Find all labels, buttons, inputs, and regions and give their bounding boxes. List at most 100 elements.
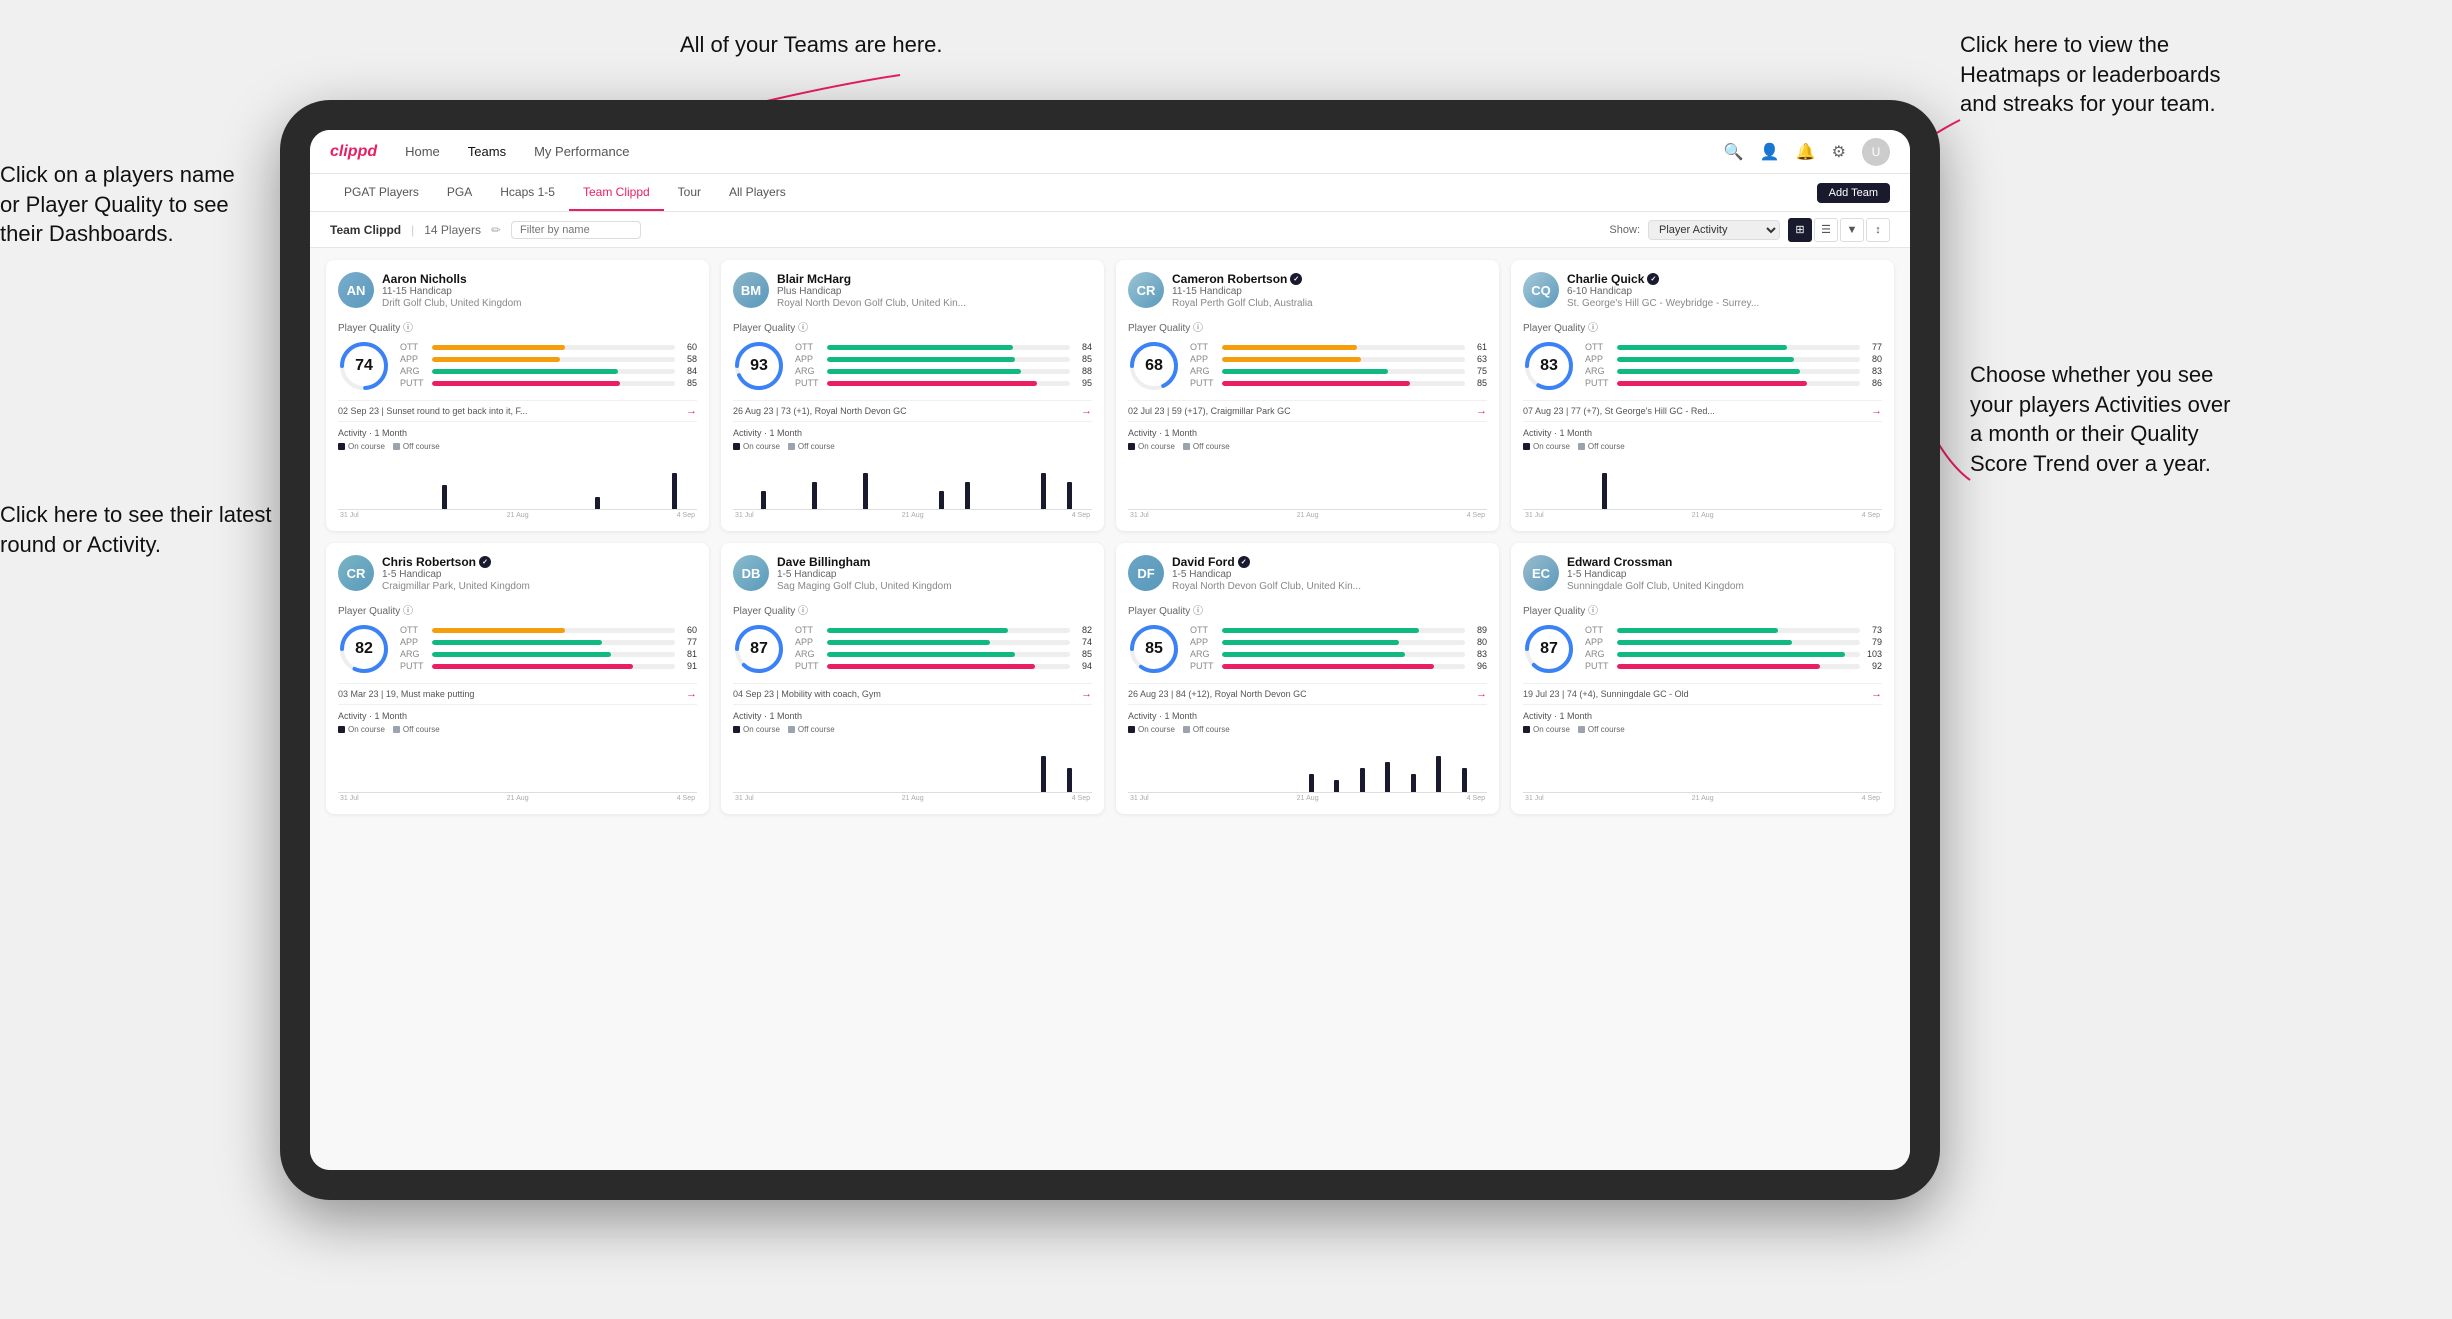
legend-off-course: Off course xyxy=(1578,442,1625,451)
stat-bar-fill xyxy=(432,345,565,350)
stat-row: APP 77 xyxy=(400,637,697,647)
settings-icon[interactable]: ⚙ xyxy=(1832,142,1846,162)
player-name[interactable]: David Ford ✓ xyxy=(1172,555,1487,569)
stat-value: 85 xyxy=(1074,649,1092,659)
chart-bar-group xyxy=(1067,482,1091,509)
chart-bar-on xyxy=(1602,473,1607,509)
chart-bar-group xyxy=(1334,780,1358,792)
legend-on-course: On course xyxy=(1523,442,1570,451)
avatar[interactable]: U xyxy=(1862,138,1890,166)
recent-round[interactable]: 26 Aug 23 | 84 (+12), Royal North Devon … xyxy=(1128,683,1487,705)
player-name[interactable]: Edward Crossman xyxy=(1567,555,1882,569)
activity-legend: On course Off course xyxy=(1523,725,1882,734)
stat-name: ARG xyxy=(795,366,823,376)
nav-teams[interactable]: Teams xyxy=(468,144,506,159)
stat-value: 74 xyxy=(1074,637,1092,647)
recent-round[interactable]: 07 Aug 23 | 77 (+7), St George's Hill GC… xyxy=(1523,400,1882,422)
chart-bar-on xyxy=(1067,482,1072,509)
legend-on-label: On course xyxy=(348,442,385,451)
recent-round[interactable]: 02 Sep 23 | Sunset round to get back int… xyxy=(338,400,697,422)
quality-circle[interactable]: 87 xyxy=(1523,623,1575,675)
quality-section: 83 OTT 77 APP 80 ARG xyxy=(1523,340,1882,392)
chart-label-start: 31 Jul xyxy=(1130,512,1149,519)
chart-label-end: 4 Sep xyxy=(1467,795,1485,802)
quality-circle[interactable]: 85 xyxy=(1128,623,1180,675)
stat-name: APP xyxy=(1190,354,1218,364)
brand-logo[interactable]: clippd xyxy=(330,143,377,161)
nav-performance[interactable]: My Performance xyxy=(534,144,629,159)
recent-round[interactable]: 03 Mar 23 | 19, Must make putting → xyxy=(338,683,697,705)
filter-btn[interactable]: ▼ xyxy=(1840,218,1864,242)
edit-icon[interactable]: ✏ xyxy=(491,223,501,237)
bell-icon[interactable]: 🔔 xyxy=(1796,142,1816,162)
tab-pgat-players[interactable]: PGAT Players xyxy=(330,174,433,211)
stat-row: OTT 82 xyxy=(795,625,1092,635)
chart-label-end: 4 Sep xyxy=(1467,512,1485,519)
legend-dot-off xyxy=(788,443,795,450)
tab-pga[interactable]: PGA xyxy=(433,174,486,211)
grid-view-btn[interactable]: ⊞ xyxy=(1788,218,1812,242)
player-name[interactable]: Aaron Nicholls xyxy=(382,272,697,286)
player-name[interactable]: Cameron Robertson ✓ xyxy=(1172,272,1487,286)
stat-name: ARG xyxy=(400,366,428,376)
recent-round[interactable]: 02 Jul 23 | 59 (+17), Craigmillar Park G… xyxy=(1128,400,1487,422)
player-handicap: 11-15 Handicap xyxy=(1172,286,1487,297)
tab-tour[interactable]: Tour xyxy=(664,174,715,211)
player-name[interactable]: Chris Robertson ✓ xyxy=(382,555,697,569)
chart-bar-on xyxy=(1385,762,1390,792)
chart-labels: 31 Jul 21 Aug 4 Sep xyxy=(1128,510,1487,519)
legend-on-label: On course xyxy=(1138,442,1175,451)
chart-label-start: 31 Jul xyxy=(735,512,754,519)
stat-row: APP 79 xyxy=(1585,637,1882,647)
subnav: PGAT Players PGA Hcaps 1-5 Team Clippd T… xyxy=(310,174,1910,212)
player-name[interactable]: Charlie Quick ✓ xyxy=(1567,272,1882,286)
add-team-button[interactable]: Add Team xyxy=(1817,183,1890,203)
quality-circle[interactable]: 93 xyxy=(733,340,785,392)
round-arrow: → xyxy=(1081,688,1092,700)
stat-value: 84 xyxy=(1074,342,1092,352)
player-name[interactable]: Dave Billingham xyxy=(777,555,1092,569)
recent-round-text: 07 Aug 23 | 77 (+7), St George's Hill GC… xyxy=(1523,406,1871,416)
player-info: Cameron Robertson ✓ 11-15 Handicap Royal… xyxy=(1172,272,1487,309)
stat-value: 84 xyxy=(679,366,697,376)
quality-circle[interactable]: 74 xyxy=(338,340,390,392)
quality-circle[interactable]: 83 xyxy=(1523,340,1575,392)
chart-bar-on xyxy=(863,473,868,509)
tab-hcaps[interactable]: Hcaps 1-5 xyxy=(486,174,569,211)
list-view-btn[interactable]: ☰ xyxy=(1814,218,1838,242)
nav-home[interactable]: Home xyxy=(405,144,440,159)
stat-bar-bg xyxy=(432,652,675,657)
legend-dot-off xyxy=(1183,726,1190,733)
chart-bar-on xyxy=(1309,774,1314,792)
person-icon[interactable]: 👤 xyxy=(1760,142,1780,162)
stat-value: 91 xyxy=(679,661,697,671)
navbar: clippd Home Teams My Performance 🔍 👤 🔔 ⚙… xyxy=(310,130,1910,174)
chart-bar-group xyxy=(1385,762,1409,792)
stat-name: PUTT xyxy=(795,378,823,388)
quality-circle[interactable]: 87 xyxy=(733,623,785,675)
player-name[interactable]: Blair McHarg xyxy=(777,272,1092,286)
filter-input[interactable] xyxy=(511,221,641,239)
chart-area xyxy=(1523,455,1882,510)
chart-labels: 31 Jul 21 Aug 4 Sep xyxy=(733,793,1092,802)
quality-circle[interactable]: 68 xyxy=(1128,340,1180,392)
tab-all-players[interactable]: All Players xyxy=(715,174,800,211)
recent-round[interactable]: 04 Sep 23 | Mobility with coach, Gym → xyxy=(733,683,1092,705)
stat-row: APP 80 xyxy=(1585,354,1882,364)
recent-round[interactable]: 26 Aug 23 | 73 (+1), Royal North Devon G… xyxy=(733,400,1092,422)
stat-row: PUTT 91 xyxy=(400,661,697,671)
quality-number: 93 xyxy=(750,357,768,375)
recent-round-text: 26 Aug 23 | 84 (+12), Royal North Devon … xyxy=(1128,689,1476,699)
sort-btn[interactable]: ↕ xyxy=(1866,218,1890,242)
stat-bar-fill xyxy=(827,357,1015,362)
player-info: Chris Robertson ✓ 1-5 Handicap Craigmill… xyxy=(382,555,697,592)
stat-bar-fill xyxy=(1222,345,1357,350)
stat-name: OTT xyxy=(400,625,428,635)
stat-value: 81 xyxy=(679,649,697,659)
recent-round[interactable]: 19 Jul 23 | 74 (+4), Sunningdale GC - Ol… xyxy=(1523,683,1882,705)
quality-circle[interactable]: 82 xyxy=(338,623,390,675)
show-select[interactable]: Player Activity Quality Score Trend xyxy=(1648,220,1780,240)
search-icon[interactable]: 🔍 xyxy=(1724,142,1744,162)
tab-team-clippd[interactable]: Team Clippd xyxy=(569,174,664,211)
show-label: Show: xyxy=(1609,224,1640,236)
